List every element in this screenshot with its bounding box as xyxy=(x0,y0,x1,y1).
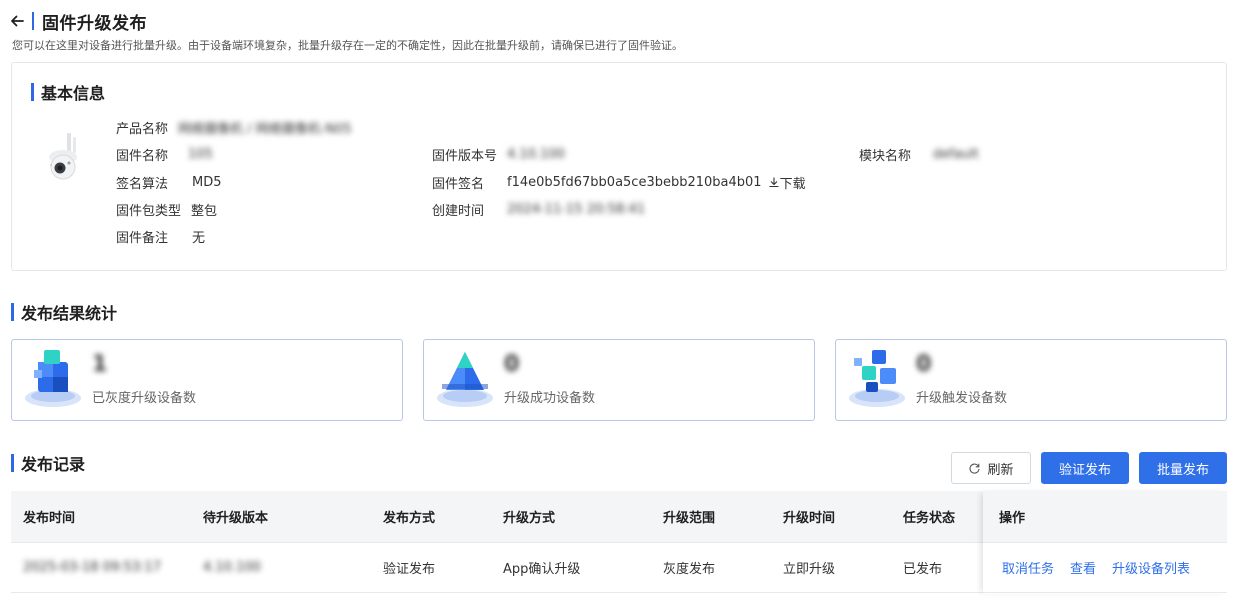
verify-publish-button[interactable]: 验证发布 xyxy=(1041,452,1129,484)
column-header-upgrade-method: 升级方式 xyxy=(503,511,556,526)
sign-algorithm-label: 签名算法 xyxy=(116,176,169,192)
column-header-publish-time: 发布时间 xyxy=(23,511,76,526)
upgrade-device-list-link[interactable]: 升级设备列表 xyxy=(1112,558,1190,577)
page-description: 您可以在这里对设备进行批量升级。由于设备端环境复杂，批量升级存在一定的不确定性，… xyxy=(12,39,683,52)
stat-value: 0 xyxy=(504,352,520,377)
firmware-version-value: 4.10.100 xyxy=(507,146,565,162)
firmware-sign-field: 固件签名 f14e0b5fd67bb0a5ce3bebb210ba4b01 下载 xyxy=(432,173,806,192)
product-name-value: 网络摄像机 / 网络摄像机-N05 xyxy=(178,121,352,137)
stat-value: 1 xyxy=(92,352,108,377)
module-name-value: default xyxy=(933,146,979,162)
firmware-name-label: 固件名称 xyxy=(116,148,169,164)
page-title: 固件升级发布 xyxy=(42,13,147,34)
created-time-value: 2024-11-15 20:58:41 xyxy=(507,201,646,217)
firmware-name-value: 105 xyxy=(188,146,213,162)
pyramid-icon xyxy=(437,352,493,407)
column-header-upgrade-scope: 升级范围 xyxy=(663,511,716,526)
cell-publish-method: 验证发布 xyxy=(383,562,436,577)
product-name-label: 产品名称 xyxy=(116,121,169,137)
stat-card-upgrade-triggered: 0 升级触发设备数 xyxy=(835,339,1227,421)
stat-card-gray-upgraded: 1 已灰度升级设备数 xyxy=(11,339,403,421)
section-title-text: 发布记录 xyxy=(21,455,86,474)
cell-actions: 取消任务 查看 升级设备列表 xyxy=(1002,543,1206,592)
refresh-icon xyxy=(969,463,981,474)
section-title-text: 基本信息 xyxy=(41,84,106,103)
cell-upgrade-scope: 灰度发布 xyxy=(663,562,716,577)
column-header-upgrade-time: 升级时间 xyxy=(783,511,836,526)
batch-publish-button[interactable]: 批量发布 xyxy=(1139,452,1227,484)
cancel-task-link[interactable]: 取消任务 xyxy=(1002,558,1054,577)
cell-publish-time: 2025-03-18 09:53:17 xyxy=(23,560,162,575)
cell-status: 已发布 xyxy=(903,562,943,577)
basic-info-card: 基本信息 产品名称 网络摄像机 / 网络摄像机-N05 固件名称 105 固件版… xyxy=(11,62,1227,271)
column-header-status: 任务状态 xyxy=(903,511,956,526)
table-header: 发布时间 待升级版本 发布方式 升级方式 升级范围 升级时间 任务状态 操作 xyxy=(11,491,1227,543)
firmware-name-field: 固件名称 105 xyxy=(116,145,213,164)
module-name-field: 模块名称 default xyxy=(859,145,979,164)
package-type-value: 整包 xyxy=(191,203,218,219)
table-row: 2025-03-18 09:53:17 4.10.100 验证发布 App确认升… xyxy=(11,543,1227,593)
records-title: 发布记录 xyxy=(11,451,85,475)
module-name-label: 模块名称 xyxy=(859,148,912,164)
cube-stack-icon xyxy=(25,350,81,407)
stat-label: 升级成功设备数 xyxy=(504,391,596,406)
created-time-field: 创建时间 2024-11-15 20:58:41 xyxy=(432,200,646,219)
firmware-version-field: 固件版本号 4.10.100 xyxy=(432,145,565,164)
remark-label: 固件备注 xyxy=(116,230,169,246)
basic-info-title: 基本信息 xyxy=(31,80,105,104)
stat-card-upgrade-success: 0 升级成功设备数 xyxy=(423,339,815,421)
back-arrow-icon[interactable] xyxy=(8,11,26,31)
remark-field: 固件备注 无 xyxy=(116,227,206,246)
section-bar xyxy=(31,83,34,101)
package-type-field: 固件包类型 整包 xyxy=(116,200,218,219)
sign-algorithm-value: MD5 xyxy=(192,174,222,190)
sign-algorithm-field: 签名算法 MD5 xyxy=(116,173,222,192)
download-icon xyxy=(769,177,779,188)
download-label: 下载 xyxy=(779,176,806,192)
stats-title: 发布结果统计 xyxy=(11,300,117,324)
firmware-sign-label: 固件签名 xyxy=(432,176,485,192)
publish-records-table: 发布时间 待升级版本 发布方式 升级方式 升级范围 升级时间 任务状态 操作 2… xyxy=(11,491,1227,593)
firmware-version-label: 固件版本号 xyxy=(432,148,498,164)
firmware-sign-value: f14e0b5fd67bb0a5ce3bebb210ba4b01 xyxy=(507,174,762,190)
remark-value: 无 xyxy=(192,230,206,246)
download-link[interactable]: 下载 xyxy=(768,173,806,192)
stat-value: 0 xyxy=(916,352,932,377)
cell-target-version: 4.10.100 xyxy=(203,560,261,575)
camera-product-icon xyxy=(49,133,77,180)
refresh-label: 刷新 xyxy=(987,462,1014,478)
column-header-actions: 操作 xyxy=(999,511,1026,526)
blocks-icon xyxy=(849,350,905,407)
column-header-target-version: 待升级版本 xyxy=(203,511,269,526)
created-time-label: 创建时间 xyxy=(432,203,485,219)
product-name-field: 产品名称 网络摄像机 / 网络摄像机-N05 xyxy=(116,118,352,137)
stat-label: 升级触发设备数 xyxy=(916,391,1008,406)
section-title-text: 发布结果统计 xyxy=(21,304,118,323)
stat-label: 已灰度升级设备数 xyxy=(92,391,197,406)
cell-upgrade-time: 立即升级 xyxy=(783,562,836,577)
header-divider xyxy=(32,12,34,30)
refresh-button[interactable]: 刷新 xyxy=(951,452,1031,484)
page-header: 固件升级发布 xyxy=(8,8,147,34)
package-type-label: 固件包类型 xyxy=(116,203,182,219)
view-link[interactable]: 查看 xyxy=(1070,558,1096,577)
cell-upgrade-method: App确认升级 xyxy=(503,562,581,577)
section-bar xyxy=(11,303,14,321)
section-bar xyxy=(11,454,14,472)
column-header-publish-method: 发布方式 xyxy=(383,511,436,526)
